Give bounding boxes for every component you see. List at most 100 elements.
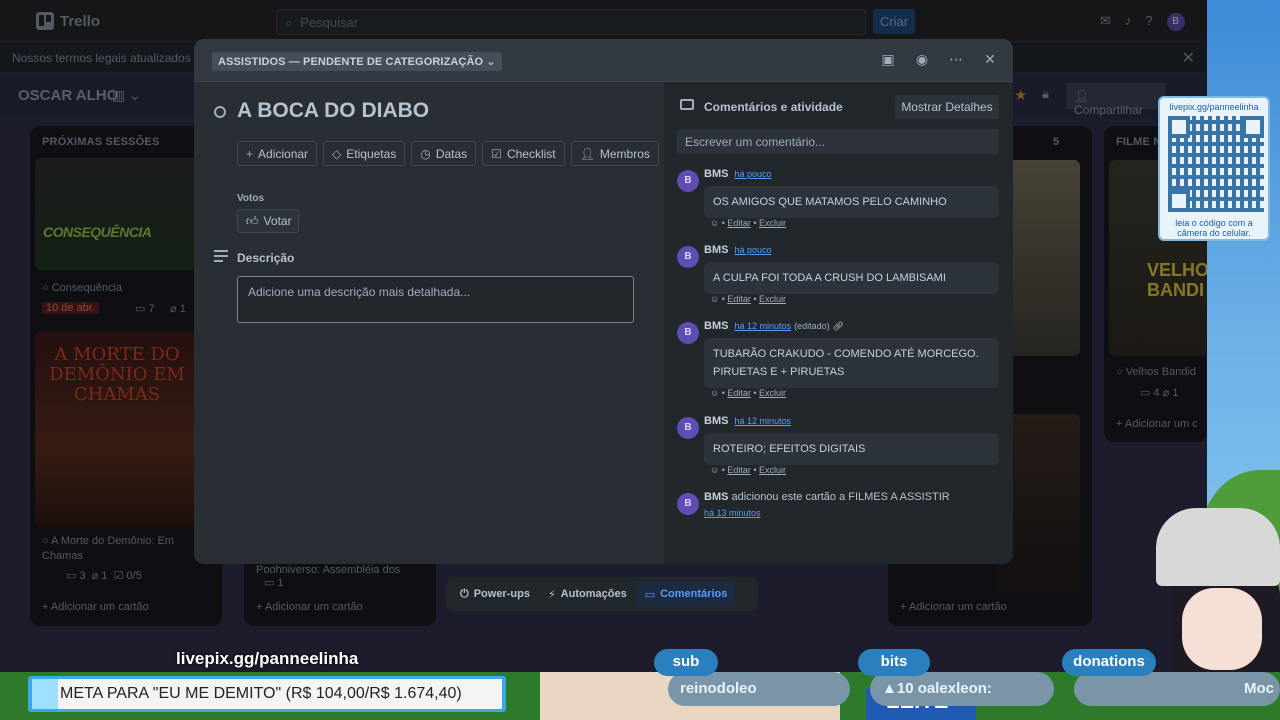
comment-text: TUBARÃO CRAKUDO - COMENDO ATÉ MORCEGO. P… xyxy=(704,338,999,388)
activity-text: BMS adicionou este cartão a FILMES A ASSI… xyxy=(704,491,950,503)
action-label: Membros xyxy=(599,146,650,161)
edit-link[interactable]: Editar xyxy=(727,388,751,398)
qr-code-image xyxy=(1168,116,1264,212)
comment-author: BMS xyxy=(704,168,729,180)
activity-time-row: há 13 minutos xyxy=(704,507,761,519)
action-label: Checklist xyxy=(506,146,556,161)
clock-icon: ◷ xyxy=(420,146,431,161)
cover-image-icon[interactable]: ▣ xyxy=(881,51,895,68)
board-bottom-bar: ⏻ Power-ups ⚡︎ Automações ▭ Comentários xyxy=(446,577,758,611)
activity-author: BMS xyxy=(704,491,729,503)
edited-label: (editado) xyxy=(794,321,830,331)
power-icon: ⏻ xyxy=(460,587,469,600)
donations-label: donations xyxy=(1062,649,1156,676)
goal-progress-fill xyxy=(32,679,61,709)
checklist-button[interactable]: ☑ Checklist xyxy=(482,141,565,166)
reaction-icon[interactable]: ☺ xyxy=(710,465,719,475)
card-title[interactable]: A BOCA DO DIABO xyxy=(237,99,429,123)
vote-button[interactable]: 👍︎ Votar xyxy=(237,209,299,233)
avatar[interactable]: B xyxy=(677,493,699,515)
avatar[interactable]: B xyxy=(677,322,699,344)
avatar-hat xyxy=(1156,508,1280,586)
votes-label: Votos xyxy=(237,193,265,204)
action-label: Adicionar xyxy=(258,146,309,161)
comment-time[interactable]: há 12 minutos xyxy=(734,321,791,331)
vote-label: Votar xyxy=(263,214,292,228)
members-button[interactable]: 👤︎ Membros xyxy=(570,141,659,166)
comment-meta: BMS há 12 minutos (editado) 🔗︎ xyxy=(704,320,844,332)
reaction-icon[interactable]: ☺ xyxy=(710,218,719,228)
bottom-bar-label: Comentários xyxy=(660,588,728,600)
avatar[interactable]: B xyxy=(677,246,699,268)
qr-corner xyxy=(1168,116,1190,138)
comment-icon xyxy=(680,99,694,110)
comment-text: OS AMIGOS QUE MATAMOS PELO CAMINHO xyxy=(704,186,999,218)
avatar[interactable]: B xyxy=(677,417,699,439)
description-label: Descrição xyxy=(237,251,295,265)
edit-link[interactable]: Editar xyxy=(727,294,751,304)
card-detail-modal: ASSISTIDOS — PENDENTE DE CATEGORIZAÇÃO ⌄… xyxy=(194,39,1013,564)
thumbs-up-icon: 👍︎ xyxy=(246,213,259,228)
edit-link[interactable]: Editar xyxy=(727,218,751,228)
comment-text: A CULPA FOI TODA A CRUSH DO LAMBISAMI xyxy=(704,262,999,294)
list-name: ASSISTIDOS — PENDENTE DE CATEGORIZAÇÃO xyxy=(218,56,484,68)
bottom-bar-label: Automações xyxy=(560,588,627,600)
latest-sub-name: reinodoleo xyxy=(668,672,850,706)
bits-label: bits xyxy=(858,649,930,676)
comment-actions: ☺ • Editar • Excluir xyxy=(710,388,787,398)
comment-actions: ☺ • Editar • Excluir xyxy=(710,294,787,304)
labels-button[interactable]: ◇ Etiquetas xyxy=(323,141,406,166)
edit-link[interactable]: Editar xyxy=(727,465,751,475)
comment-meta: BMS há pouco xyxy=(704,244,772,256)
activity-time[interactable]: há 13 minutos xyxy=(704,508,761,518)
goal-text: META PARA "EU ME DEMITO" (R$ 104,00/R$ 1… xyxy=(58,679,502,709)
delete-link[interactable]: Excluir xyxy=(759,465,786,475)
comment-actions: ☺ • Editar • Excluir xyxy=(710,465,787,475)
description-input[interactable]: Adicione uma descrição mais detalhada... xyxy=(237,276,634,323)
qr-code-panel: livepix.gg/panneelinha leia o código com… xyxy=(1158,96,1270,241)
comments-pane: Comentários e atividade Mostrar Detalhes… xyxy=(664,82,1013,564)
close-icon[interactable]: ✕ xyxy=(983,51,997,68)
comment-meta: BMS há pouco xyxy=(704,168,772,180)
header-actions: ▣ ◉ ⋯ ✕ xyxy=(881,51,997,68)
reaction-icon[interactable]: ☺ xyxy=(710,388,719,398)
add-button[interactable]: + Adicionar xyxy=(237,141,318,166)
power-ups-button[interactable]: ⏻ Power-ups xyxy=(452,582,538,606)
sub-label: sub xyxy=(654,649,718,676)
comment-author: BMS xyxy=(704,244,729,256)
activity-description: adicionou este cartão a FILMES A ASSISTI… xyxy=(731,491,950,503)
modal-header: ASSISTIDOS — PENDENTE DE CATEGORIZAÇÃO ⌄… xyxy=(194,39,1013,82)
action-label: Etiquetas xyxy=(346,146,397,161)
bits-text: 10 oalexleon: xyxy=(896,680,992,697)
dates-button[interactable]: ◷ Datas xyxy=(411,141,477,166)
delete-link[interactable]: Excluir xyxy=(759,388,786,398)
comment-time[interactable]: há pouco xyxy=(734,245,771,255)
bolt-icon: ⚡︎ xyxy=(547,588,556,601)
link-icon[interactable]: 🔗︎ xyxy=(833,321,844,331)
comment-time[interactable]: há pouco xyxy=(734,169,771,179)
qr-corner xyxy=(1242,116,1264,138)
description-icon xyxy=(214,250,228,265)
avatar-face xyxy=(1182,588,1262,670)
show-details-button[interactable]: Mostrar Detalhes xyxy=(895,95,999,119)
comments-tab-button[interactable]: ▭ Comentários xyxy=(636,582,736,606)
comment-input[interactable]: Escrever um comentário... xyxy=(677,129,999,154)
checkbox-icon: ☑ xyxy=(491,146,502,161)
delete-link[interactable]: Excluir xyxy=(759,294,786,304)
comment-icon: ▭ xyxy=(644,588,656,601)
automations-button[interactable]: ⚡︎ Automações xyxy=(540,582,635,606)
more-options-icon[interactable]: ⋯ xyxy=(949,51,963,68)
bottom-bar-label: Power-ups xyxy=(473,588,530,600)
donation-goal-bar: META PARA "EU ME DEMITO" (R$ 104,00/R$ 1… xyxy=(28,676,506,712)
reaction-icon[interactable]: ☺ xyxy=(710,294,719,304)
watch-eye-icon[interactable]: ◉ xyxy=(915,51,929,68)
livepix-url: livepix.gg/panneelinha xyxy=(176,649,359,668)
complete-toggle[interactable] xyxy=(214,106,226,118)
list-selector[interactable]: ASSISTIDOS — PENDENTE DE CATEGORIZAÇÃO ⌄ xyxy=(212,52,502,71)
avatar[interactable]: B xyxy=(677,170,699,192)
latest-donation-name: Moc xyxy=(1074,672,1280,706)
delete-link[interactable]: Excluir xyxy=(759,218,786,228)
qr-url: livepix.gg/panneelinha xyxy=(1169,102,1259,112)
user-icon: 👤︎ xyxy=(579,146,595,161)
comment-time[interactable]: há 12 minutos xyxy=(734,416,791,426)
